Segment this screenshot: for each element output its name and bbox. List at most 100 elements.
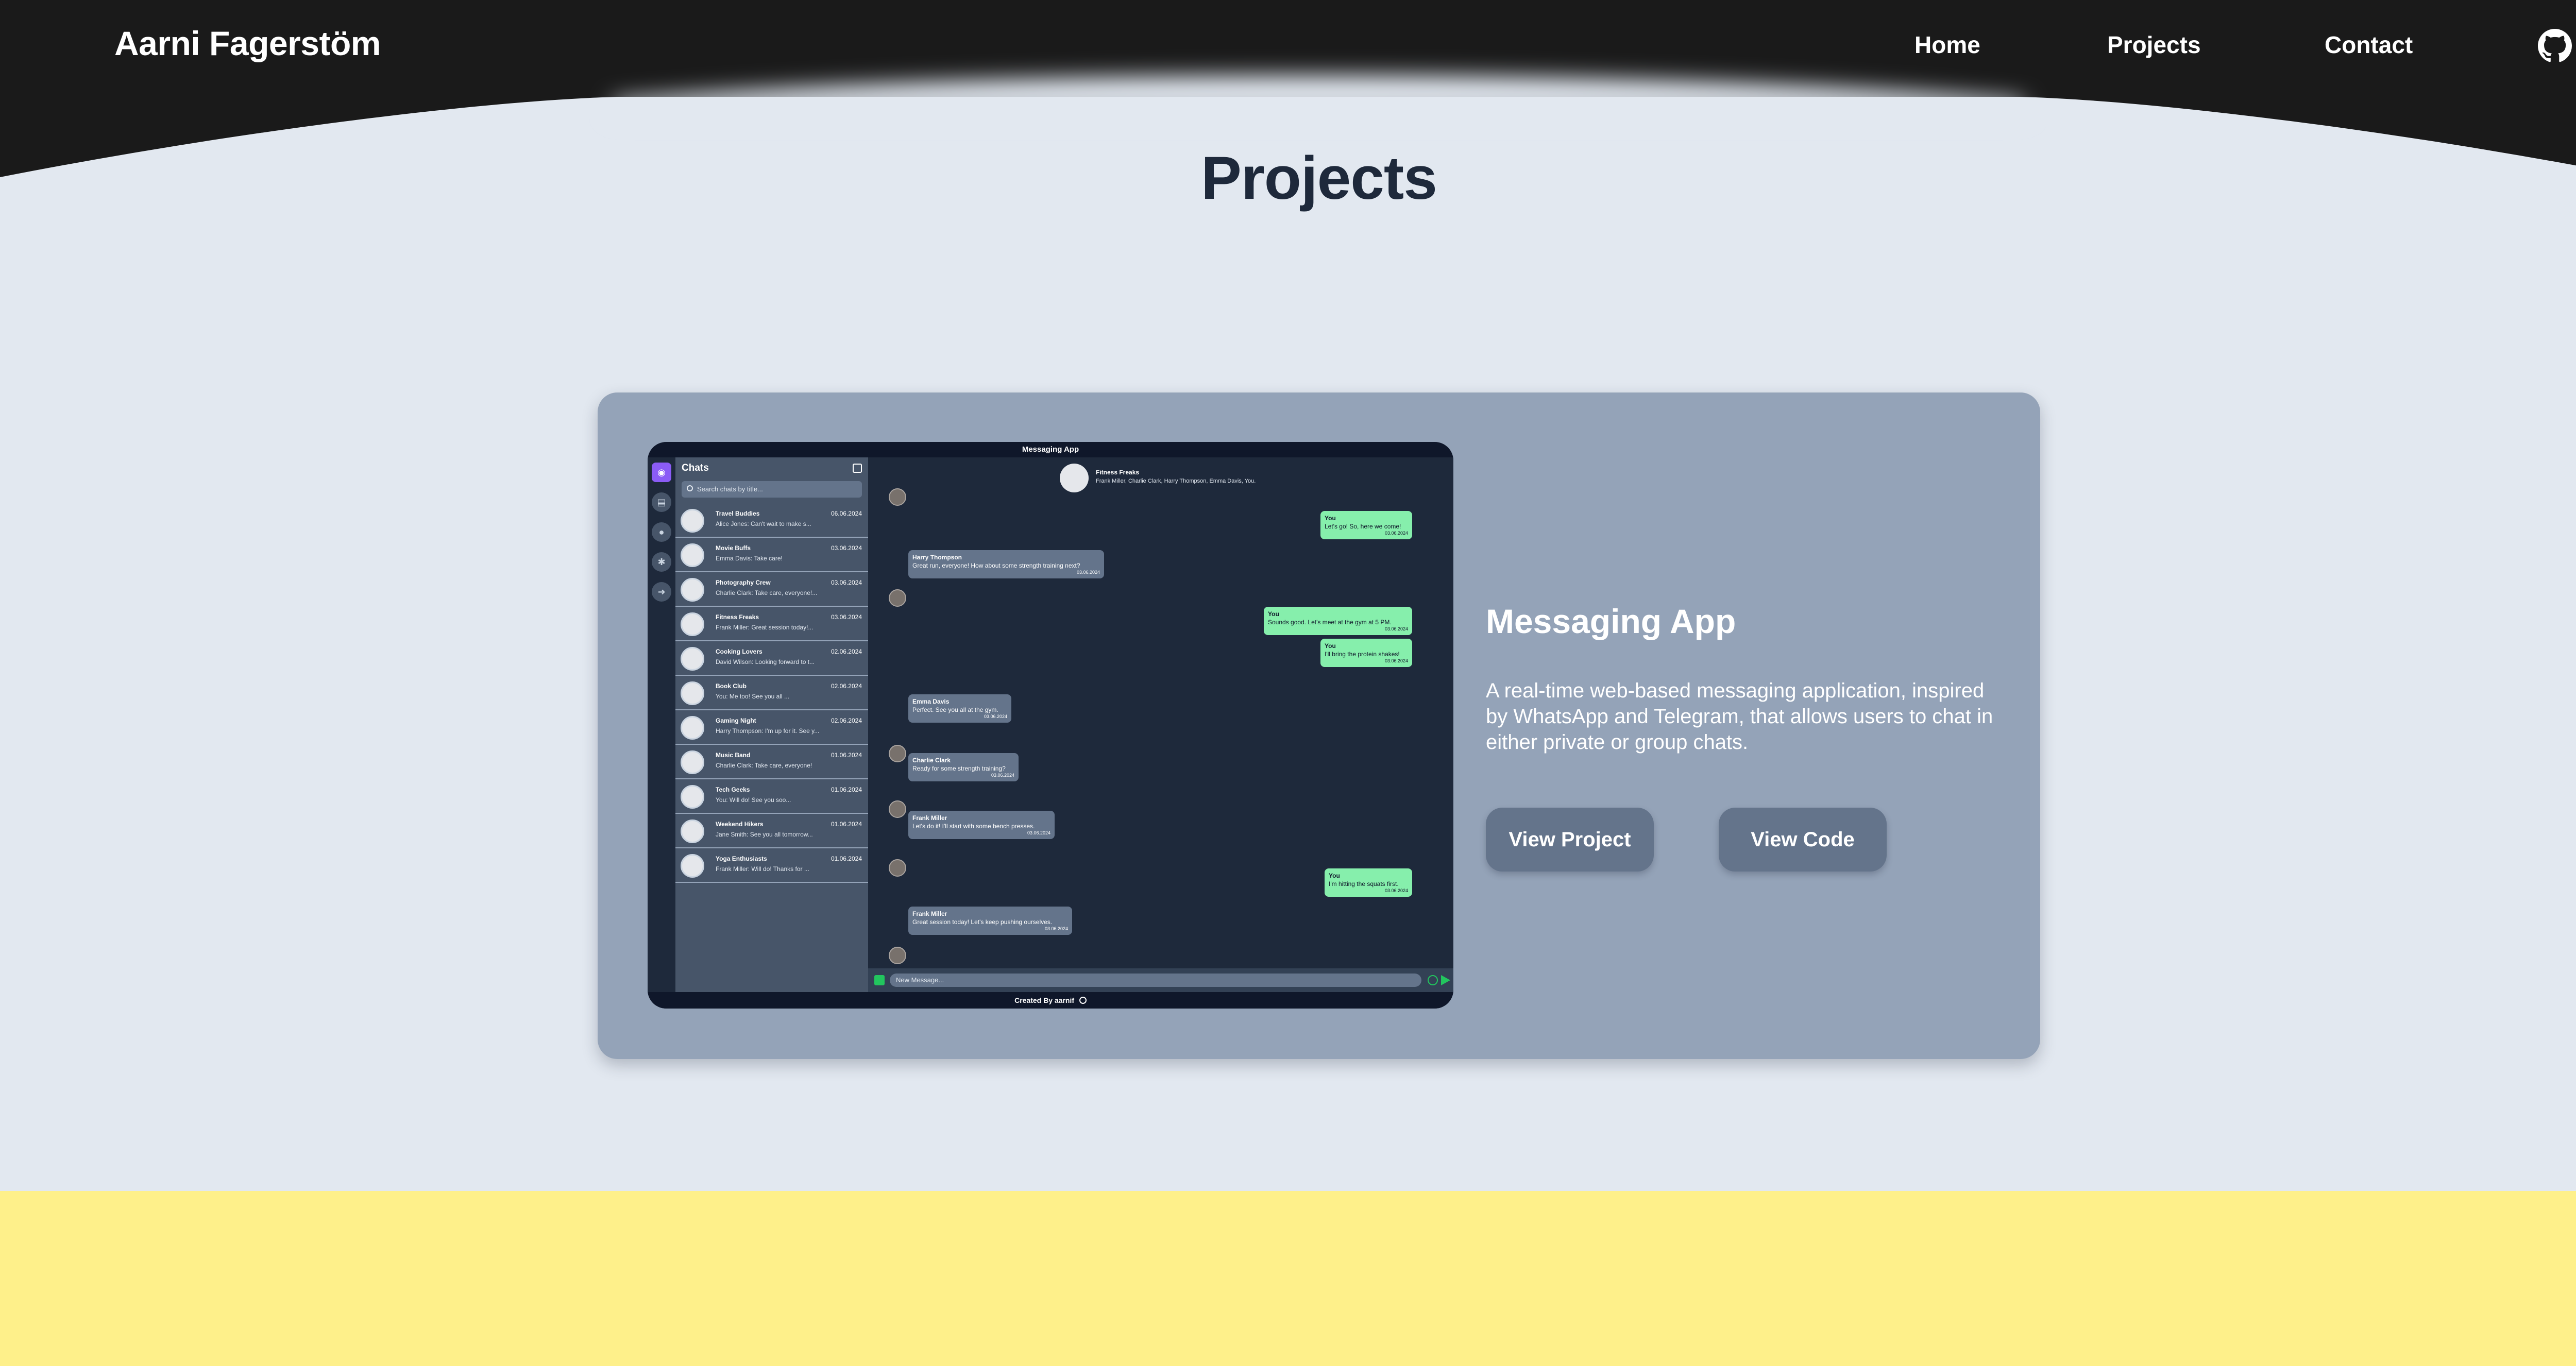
message-text: Perfect. See you all at the gym.: [912, 706, 998, 713]
avatar: [681, 819, 704, 843]
chat-name: Music Band: [716, 752, 751, 759]
nav-contact[interactable]: Contact: [2325, 31, 2413, 59]
avatar: [681, 750, 704, 774]
chat-message: Harry Thompson Great run, everyone! How a…: [908, 550, 1104, 578]
message-sender: Frank Miller: [912, 910, 947, 917]
chat-name: Cooking Lovers: [716, 648, 762, 655]
avatar: [681, 578, 704, 602]
app-footer: Created By aarnif: [648, 992, 1453, 1009]
chat-list-item: Photography Crew 03.06.2024 Charlie Clark:…: [675, 573, 868, 607]
contacts-icon: ▤: [652, 492, 671, 512]
chat-list-item: Fitness Freaks 03.06.2024 Frank Miller: Gr…: [675, 607, 868, 641]
chat-date: 02.06.2024: [831, 717, 862, 724]
chat-date: 01.06.2024: [831, 752, 862, 759]
chat-list-item: Cooking Lovers 02.06.2024 David Wilson: Lo…: [675, 642, 868, 676]
message-sender: You: [1325, 515, 1336, 522]
avatar: [681, 716, 704, 740]
settings-icon: ✱: [652, 552, 671, 572]
chat-pane: Fitness Freaks Frank Miller, Charlie Cla…: [868, 457, 1453, 992]
app-title: Messaging App: [1022, 445, 1079, 454]
github-icon: [1079, 997, 1087, 1004]
profile-icon: ●: [652, 522, 671, 542]
chat-preview: You: Me too! See you all ...: [716, 693, 789, 700]
search-icon: [687, 485, 693, 491]
chat-name: Movie Buffs: [716, 544, 751, 552]
message-time: 03.06.2024: [1384, 658, 1408, 663]
chat-preview: Harry Thompson: I'm up for it. See y...: [716, 727, 820, 735]
message-composer: New Message...: [868, 968, 1453, 992]
site-header: Aarni Fagerstöm Home Projects Contact: [0, 0, 2576, 93]
chat-preview: Frank Miller: Great session today!...: [716, 624, 814, 631]
message-sender: Frank Miller: [912, 814, 947, 822]
new-chat-icon: [853, 464, 862, 473]
project-card: Messaging App ◉ ▤ ● ✱ ➜ Chats Search cha…: [598, 392, 2040, 1059]
chat-bubble-icon: ◉: [652, 463, 671, 482]
chats-title: Chats: [682, 463, 709, 473]
avatar: [681, 785, 704, 809]
nav-home[interactable]: Home: [1914, 31, 1980, 59]
chat-preview: You: Will do! See you soo...: [716, 796, 791, 804]
chat-name: Travel Buddies: [716, 510, 760, 517]
chat-message: Frank Miller Let's do it! I'll start with…: [908, 811, 1055, 839]
message-input: New Message...: [890, 974, 1421, 987]
chat-message: Frank Miller Great session today! Let's k…: [908, 907, 1072, 935]
chat-message: You Let's go! So, here we come! 03.06.2024: [1320, 511, 1412, 539]
message-sender: Emma Davis: [912, 698, 950, 705]
avatar: [681, 854, 704, 878]
avatar: [889, 488, 906, 506]
chat-search-placeholder: Search chats by title...: [697, 485, 763, 493]
chat-message: Charlie Clark Ready for some strength tra…: [908, 753, 1019, 781]
chat-date: 02.06.2024: [831, 682, 862, 690]
chat-name: Fitness Freaks: [716, 613, 759, 621]
chat-list-item: Travel Buddies 06.06.2024 Alice Jones: Can…: [675, 504, 868, 538]
logout-icon: ➜: [652, 582, 671, 602]
app-sidebar-rail: ◉ ▤ ● ✱ ➜: [648, 457, 675, 992]
chat-date: 01.06.2024: [831, 821, 862, 828]
avatar: [681, 647, 704, 671]
message-time: 03.06.2024: [1027, 830, 1050, 835]
view-code-button[interactable]: View Code: [1719, 808, 1887, 872]
chat-search-input: Search chats by title...: [682, 481, 862, 498]
project-screenshot: Messaging App ◉ ▤ ● ✱ ➜ Chats Search cha…: [648, 442, 1453, 1009]
message-sender: You: [1325, 642, 1336, 650]
avatar: [681, 681, 704, 705]
chat-message: You I'm hitting the squats first. 03.06.20…: [1325, 868, 1412, 897]
message-text: Great session today! Let's keep pushing …: [912, 918, 1053, 926]
chat-preview: David Wilson: Looking forward to t...: [716, 658, 815, 665]
chat-date: 06.06.2024: [831, 510, 862, 517]
nav-projects[interactable]: Projects: [2107, 31, 2201, 59]
chat-preview: Frank Miller: Will do! Thanks for ...: [716, 865, 809, 873]
view-project-button[interactable]: View Project: [1486, 808, 1654, 872]
group-avatar: [1060, 464, 1089, 492]
message-text: Let's do it! I'll start with some bench …: [912, 823, 1035, 830]
avatar: [681, 543, 704, 567]
chat-list-item: Gaming Night 02.06.2024 Harry Thompson: I'…: [675, 711, 868, 745]
page-title: Projects: [1201, 144, 1437, 212]
project-name: Messaging App: [1486, 602, 1736, 640]
message-text: I'll bring the protein shakes!: [1325, 651, 1400, 658]
message-text: Ready for some strength training?: [912, 765, 1006, 772]
chat-list-item: Movie Buffs 03.06.2024 Emma Davis: Take ca…: [675, 538, 868, 572]
chat-list-item: Book Club 02.06.2024 You: Me too! See you …: [675, 676, 868, 710]
github-icon[interactable]: [2538, 29, 2572, 63]
message-sender: Charlie Clark: [912, 757, 951, 764]
send-icon: [1441, 975, 1450, 985]
avatar: [889, 589, 906, 607]
message-sender: Harry Thompson: [912, 554, 962, 561]
chat-preview: Charlie Clark: Take care, everyone!...: [716, 589, 818, 596]
message-text: Let's go! So, here we come!: [1325, 523, 1401, 530]
chat-name: Weekend Hikers: [716, 821, 764, 828]
chat-header-members: Frank Miller, Charlie Clark, Harry Thomp…: [1096, 478, 1256, 484]
chat-date: 03.06.2024: [831, 579, 862, 586]
chat-list-panel: Chats Search chats by title... Travel Bu…: [675, 457, 868, 992]
brand-name[interactable]: Aarni Fagerstöm: [114, 24, 381, 63]
chat-date: 03.06.2024: [831, 544, 862, 552]
avatar: [889, 947, 906, 964]
message-text: Sounds good. Let's meet at the gym at 5 …: [1268, 619, 1392, 626]
project-description: A real-time web-based messaging applicat…: [1486, 679, 1993, 754]
message-time: 03.06.2024: [1384, 531, 1408, 536]
message-time: 03.06.2024: [1044, 926, 1068, 931]
footer: [0, 1191, 2576, 1366]
app-footer-text: Created By aarnif: [1014, 996, 1075, 1004]
chat-name: Tech Geeks: [716, 786, 750, 793]
